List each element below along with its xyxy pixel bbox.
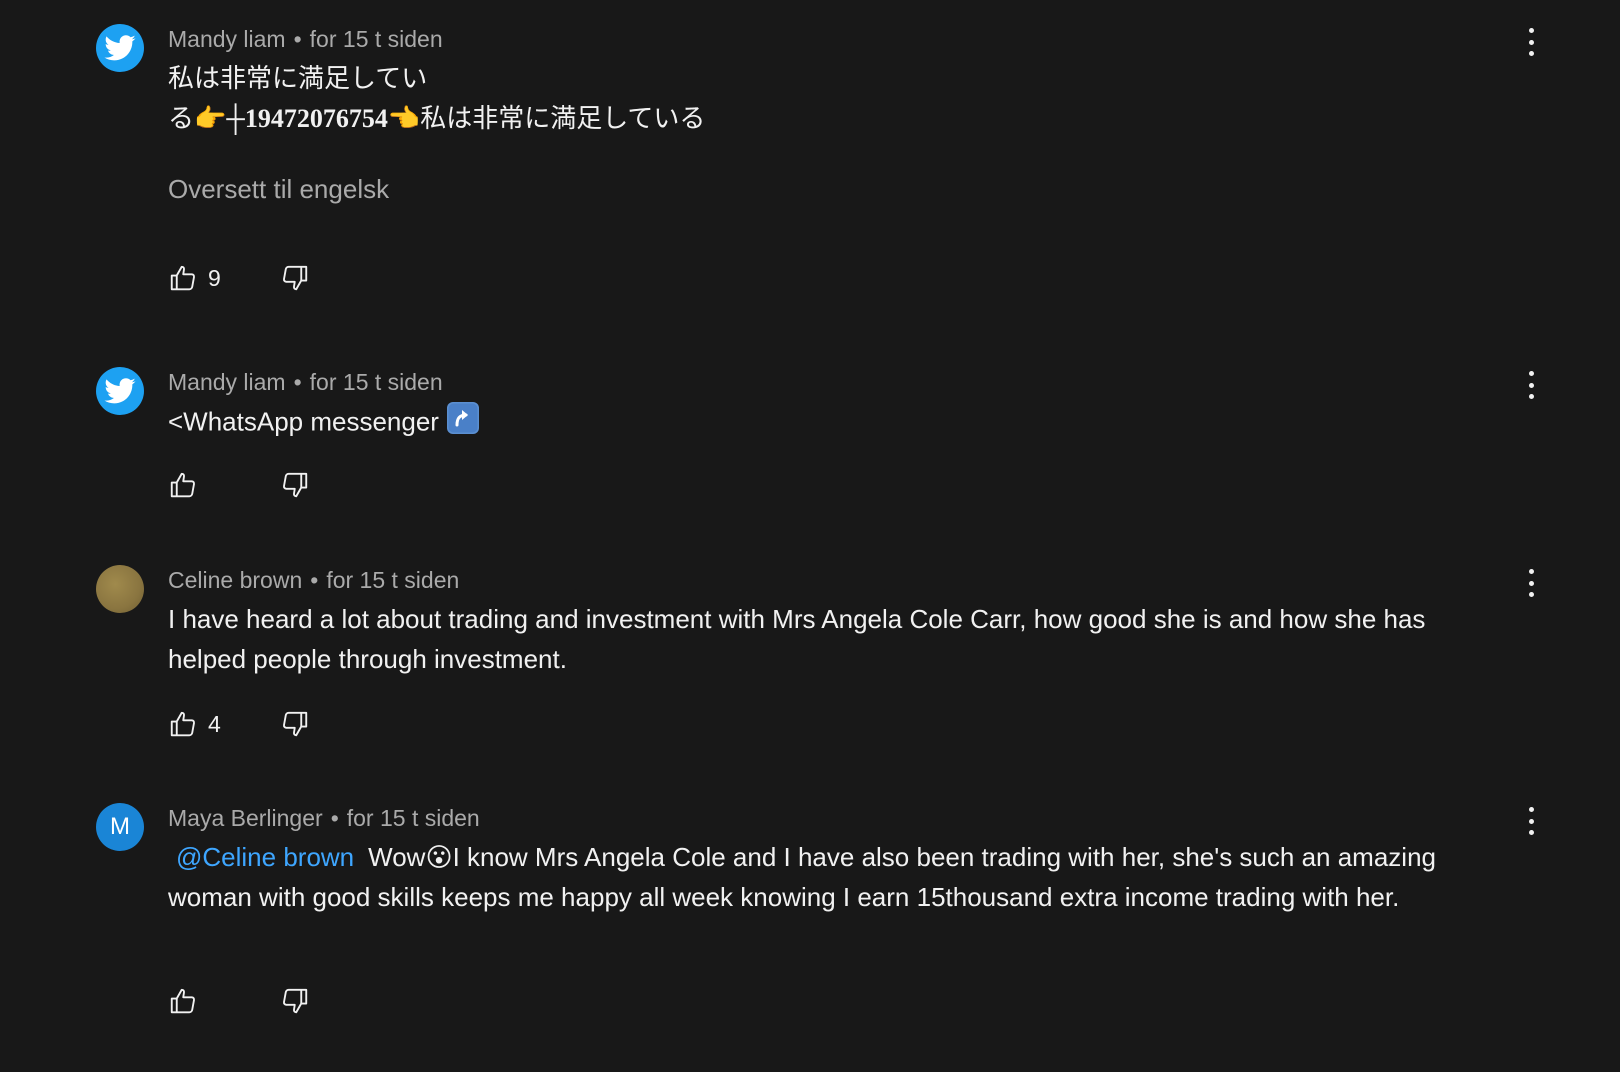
thumbs-up-icon	[170, 711, 195, 737]
author-name[interactable]: Maya Berlinger	[168, 805, 323, 831]
comment-text-fragment: Wow	[368, 842, 426, 872]
comment-text-fragment: I know Mrs Angela Cole and I have also b…	[168, 842, 1436, 912]
arrow-up-right-curved-icon	[446, 401, 480, 446]
comment-text-line: る👉┼19472076754👈私は非常に満足している	[168, 98, 1510, 139]
comment-actions	[168, 469, 310, 501]
comment-meta: Celine brown • for 15 t siden	[168, 565, 1510, 595]
author-name[interactable]: Mandy liam	[168, 26, 286, 52]
like-count: 4	[208, 710, 221, 737]
comment-actions	[168, 985, 310, 1017]
comment-time[interactable]: for 15 t siden	[347, 805, 480, 831]
surprised-face-emoji-icon: 😮	[425, 842, 453, 872]
meta-separator: •	[293, 26, 302, 52]
comment-text-fragment: <WhatsApp messenger	[168, 406, 439, 437]
comment-meta: Maya Berlinger • for 15 t siden	[168, 803, 1510, 833]
comment-actions: 9	[168, 262, 310, 294]
more-options-icon[interactable]	[1526, 569, 1536, 597]
thumbs-up-icon	[170, 988, 195, 1014]
twitter-bird-icon	[104, 35, 136, 61]
comment-body: Maya Berlinger • for 15 t siden @Celine br…	[168, 803, 1510, 917]
thumbs-down-icon	[283, 472, 308, 498]
meta-separator: •	[330, 805, 339, 831]
more-options-icon[interactable]	[1526, 28, 1536, 56]
avatar[interactable]	[96, 24, 144, 72]
meta-separator: •	[293, 369, 302, 395]
comments-list: Mandy liam • for 15 t siden 私は非常に満足してい る👉┼…	[0, 0, 1620, 1072]
thumbs-up-icon	[170, 472, 195, 498]
translate-link[interactable]: Oversett til engelsk	[168, 169, 1510, 209]
more-options-icon[interactable]	[1526, 807, 1536, 835]
comment-body: Mandy liam • for 15 t siden <WhatsApp mess…	[168, 367, 1510, 446]
dislike-button[interactable]	[280, 986, 310, 1016]
like-button[interactable]: 4	[168, 709, 280, 739]
pointing-left-emoji-icon: 👈	[387, 103, 421, 133]
comment-actions: 4	[168, 708, 310, 740]
comment-body: Celine brown • for 15 t siden I have heard…	[168, 565, 1510, 679]
author-name[interactable]: Celine brown	[168, 567, 302, 593]
author-name[interactable]: Mandy liam	[168, 369, 286, 395]
avatar[interactable]	[96, 565, 144, 613]
dislike-button[interactable]	[280, 263, 310, 293]
comment-body: Mandy liam • for 15 t siden 私は非常に満足してい る👉┼…	[168, 24, 1510, 209]
comment-text-line: 私は非常に満足してい	[168, 63, 428, 93]
like-count: 9	[208, 264, 221, 291]
avatar-letter: M	[110, 813, 130, 840]
comment-text: <WhatsApp messenger	[168, 401, 1510, 446]
avatar[interactable]: M	[96, 803, 144, 851]
like-button[interactable]	[168, 986, 280, 1016]
comment-time[interactable]: for 15 t siden	[310, 369, 443, 395]
comment-text: @Celine brown Wow😮I know Mrs Angela Cole …	[168, 837, 1510, 917]
dislike-button[interactable]	[280, 470, 310, 500]
meta-separator: •	[310, 567, 319, 593]
like-button[interactable]	[168, 470, 280, 500]
thumbs-down-icon	[283, 265, 308, 291]
more-options-icon[interactable]	[1526, 371, 1536, 399]
avatar[interactable]	[96, 367, 144, 415]
comment-text: 私は非常に満足してい る👉┼19472076754👈私は非常に満足している	[168, 58, 1510, 139]
text-fragment: ┼	[226, 103, 245, 133]
text-fragment: る	[168, 103, 195, 133]
thumbs-down-icon	[283, 988, 308, 1014]
dislike-button[interactable]	[280, 709, 310, 739]
text-fragment: 私は非常に満足している	[420, 103, 706, 133]
thumbs-down-icon	[283, 711, 308, 737]
comment-time[interactable]: for 15 t siden	[310, 26, 443, 52]
comment-text: I have heard a lot about trading and inv…	[168, 604, 1426, 674]
like-button[interactable]: 9	[168, 263, 280, 293]
twitter-bird-icon	[104, 378, 136, 404]
pointing-right-emoji-icon: 👉	[194, 103, 227, 133]
phone-number: 19472076754	[244, 104, 388, 133]
mention-link[interactable]: @Celine brown	[176, 842, 354, 872]
comment-meta: Mandy liam • for 15 t siden	[168, 367, 1510, 397]
thumbs-up-icon	[170, 265, 195, 291]
comment-meta: Mandy liam • for 15 t siden	[168, 24, 1510, 54]
comment-time[interactable]: for 15 t siden	[326, 567, 459, 593]
